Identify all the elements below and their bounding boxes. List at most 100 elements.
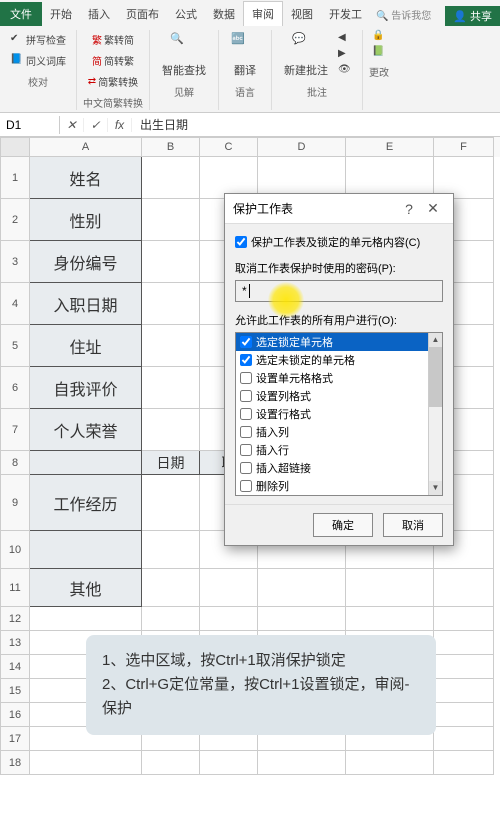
row-header-12[interactable]: 12	[0, 607, 30, 631]
tab-view[interactable]: 视图	[283, 2, 321, 26]
formula-input[interactable]: 出生日期	[132, 114, 500, 135]
search-hint[interactable]: 🔍 告诉我您	[370, 3, 445, 26]
perm-item[interactable]: 选定未锁定的单元格	[236, 351, 442, 369]
cancel-button[interactable]: 取消	[383, 513, 443, 537]
row-header-7[interactable]: 7	[0, 409, 30, 451]
perm-item[interactable]: 选定锁定单元格	[236, 333, 442, 351]
cell-A3[interactable]: 身份编号	[30, 241, 142, 283]
row-header-16[interactable]: 16	[0, 703, 30, 727]
col-header-e[interactable]: E	[346, 137, 434, 157]
perm-checkbox[interactable]	[240, 444, 252, 456]
new-comment-button[interactable]: 💬新建批注	[278, 30, 334, 80]
dialog-title: 保护工作表	[233, 200, 397, 217]
confirm-edit-button[interactable]: ✓	[84, 118, 108, 132]
tab-data[interactable]: 数据	[205, 2, 243, 26]
perm-item[interactable]: 插入列	[236, 423, 442, 441]
cell-A2[interactable]: 性别	[30, 199, 142, 241]
row-header-15[interactable]: 15	[0, 679, 30, 703]
perm-checkbox[interactable]	[240, 408, 252, 420]
select-all-corner[interactable]	[0, 137, 30, 157]
show-comment-icon[interactable]: 👁	[338, 64, 352, 78]
row-header-3[interactable]: 3	[0, 241, 30, 283]
simp-to-trad-button[interactable]: 繁繁转简	[88, 30, 138, 49]
perm-item[interactable]: 插入行	[236, 441, 442, 459]
row-header-18[interactable]: 18	[0, 751, 30, 775]
scroll-up-icon[interactable]: ▲	[429, 333, 442, 347]
row-header-4[interactable]: 4	[0, 283, 30, 325]
ok-button[interactable]: 确定	[313, 513, 373, 537]
scroll-down-icon[interactable]: ▼	[429, 481, 442, 495]
row-header-8[interactable]: 8	[0, 451, 30, 475]
perm-item[interactable]: 插入超链接	[236, 459, 442, 477]
cell-B8[interactable]: 日期	[142, 451, 200, 475]
tab-layout[interactable]: 页面布	[118, 2, 167, 26]
permissions-list[interactable]: 选定锁定单元格选定未锁定的单元格设置单元格格式设置列格式设置行格式插入列插入行插…	[235, 332, 443, 496]
row-header-13[interactable]: 13	[0, 631, 30, 655]
next-comment-icon[interactable]: ▶	[338, 48, 352, 62]
row-header-2[interactable]: 2	[0, 199, 30, 241]
protect-content-checkbox[interactable]: 保护工作表及锁定的单元格内容(C)	[235, 234, 443, 250]
col-header-a[interactable]: A	[30, 137, 142, 157]
row-header-14[interactable]: 14	[0, 655, 30, 679]
convert-button[interactable]: ⇄简繁转换	[84, 72, 142, 91]
name-box[interactable]: D1	[0, 116, 60, 134]
cell-A7[interactable]: 个人荣誉	[30, 409, 142, 451]
perm-checkbox[interactable]	[240, 426, 252, 438]
row-header-9[interactable]: 9	[0, 475, 30, 531]
row-header-11[interactable]: 11	[0, 569, 30, 607]
share-button[interactable]: 👤 共享	[445, 6, 500, 26]
perm-checkbox[interactable]	[240, 462, 252, 474]
comment-icon: 💬	[292, 32, 320, 60]
cancel-edit-button[interactable]: ✕	[60, 118, 84, 132]
tab-review[interactable]: 审阅	[243, 1, 283, 26]
row-header-17[interactable]: 17	[0, 727, 30, 751]
perm-item[interactable]: 设置行格式	[236, 405, 442, 423]
thesaurus-button[interactable]: 📘同义词库	[6, 51, 70, 70]
perm-checkbox[interactable]	[240, 480, 252, 492]
smart-lookup-button[interactable]: 🔍智能查找	[156, 30, 212, 80]
translate-button[interactable]: 🔤翻译	[225, 30, 265, 80]
cell-A6[interactable]: 自我评价	[30, 367, 142, 409]
col-header-b[interactable]: B	[142, 137, 200, 157]
cell-B1[interactable]	[142, 157, 200, 199]
dialog-close-button[interactable]: ✕	[421, 200, 445, 217]
perm-item[interactable]: 删除列	[236, 477, 442, 495]
fx-button[interactable]: fx	[108, 118, 132, 132]
prev-comment-icon[interactable]: ◀	[338, 32, 352, 46]
cell-A11[interactable]: 其他	[30, 569, 142, 607]
cell-A8[interactable]	[30, 451, 142, 475]
perm-checkbox[interactable]	[240, 354, 252, 366]
row-header-6[interactable]: 6	[0, 367, 30, 409]
perm-checkbox[interactable]	[240, 336, 252, 348]
cell-A1[interactable]: 姓名	[30, 157, 142, 199]
perm-checkbox[interactable]	[240, 372, 252, 384]
col-header-d[interactable]: D	[258, 137, 346, 157]
col-header-c[interactable]: C	[200, 137, 258, 157]
perm-item[interactable]: 设置列格式	[236, 387, 442, 405]
perm-item[interactable]: 设置单元格格式	[236, 369, 442, 387]
perm-item[interactable]: 删除行	[236, 495, 442, 496]
protect-sheet-icon[interactable]: 🔒	[372, 30, 386, 44]
password-input[interactable]: *	[235, 280, 443, 302]
tab-home[interactable]: 开始	[42, 2, 80, 26]
trad-to-simp-button[interactable]: 简简转繁	[88, 51, 138, 70]
spellcheck-button[interactable]: ✔拼写检查	[6, 30, 70, 49]
row-header-5[interactable]: 5	[0, 325, 30, 367]
protect-book-icon[interactable]: 📗	[372, 46, 386, 60]
cell-A5[interactable]: 住址	[30, 325, 142, 367]
row-header-1[interactable]: 1	[0, 157, 30, 199]
protect-content-cb-input[interactable]	[235, 236, 247, 248]
cell-A9[interactable]: 工作经历	[30, 475, 142, 531]
dialog-help-button[interactable]: ?	[397, 201, 421, 217]
perm-scrollbar[interactable]: ▲ ▼	[428, 333, 442, 495]
file-tab[interactable]: 文件	[0, 2, 42, 26]
tab-insert[interactable]: 插入	[80, 2, 118, 26]
scroll-thumb[interactable]	[429, 347, 442, 407]
tab-dev[interactable]: 开发工	[321, 2, 370, 26]
perm-checkbox[interactable]	[240, 390, 252, 402]
cell-A4[interactable]: 入职日期	[30, 283, 142, 325]
col-header-f[interactable]: F	[434, 137, 494, 157]
search-icon: 🔍	[170, 32, 198, 60]
tab-formula[interactable]: 公式	[167, 2, 205, 26]
row-header-10[interactable]: 10	[0, 531, 30, 569]
